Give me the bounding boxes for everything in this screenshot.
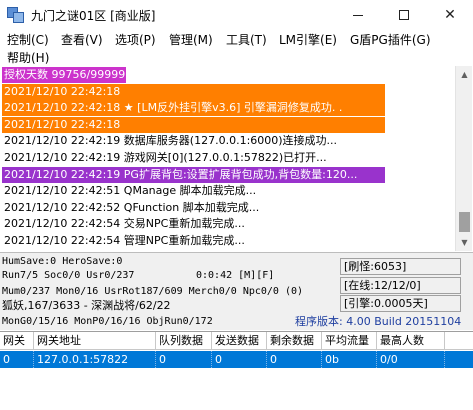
col-gateway-address[interactable]: 网关地址 bbox=[34, 332, 156, 350]
status-timer: 0:0:42 [M][F] bbox=[196, 270, 275, 281]
log-line: 2021/12/10 22:42:54 交易NPC重新加载完成... bbox=[4, 217, 245, 231]
scroll-up-icon[interactable]: ▲ bbox=[456, 66, 473, 83]
engine-days: [引擎:0.0005天] bbox=[340, 295, 461, 312]
status-mong: MonG0/15/16 MonP0/16/16 ObjRun0/172 bbox=[2, 316, 213, 327]
col-gateway[interactable]: 网关 bbox=[0, 332, 34, 350]
close-button[interactable]: ✕ bbox=[427, 0, 473, 30]
refresh-count: [刷怪:6053] bbox=[340, 258, 461, 275]
menu-view[interactable]: 查看(V) bbox=[61, 31, 103, 49]
cell-max-users: 0/0 bbox=[377, 351, 445, 368]
status-panel: HumSave:0 HeroSave:0 Run7/5 Soc0/0 Usr0/… bbox=[0, 252, 473, 330]
col-remaining-data[interactable]: 剩余数据 bbox=[267, 332, 322, 350]
col-sent-data[interactable]: 发送数据 bbox=[212, 332, 267, 350]
log-line: 2021/12/10 22:42:19 PG扩展背包:设置扩展背包成功,背包数量… bbox=[2, 166, 385, 183]
online-count: [在线:12/12/0] bbox=[340, 277, 461, 294]
status-save: HumSave:0 HeroSave:0 bbox=[2, 256, 123, 267]
menu-tools[interactable]: 工具(T) bbox=[226, 31, 267, 49]
cell-gateway-address: 127.0.0.1:57822 bbox=[34, 351, 156, 368]
col-avg-traffic[interactable]: 平均流量 bbox=[322, 332, 377, 350]
log-line: 2021/12/10 22:42:52 QFunction 脚本加载完成... bbox=[4, 200, 260, 214]
window-title: 九门之谜01区 [商业版] bbox=[31, 8, 156, 23]
app-icon bbox=[7, 7, 25, 23]
log-line: 2021/12/10 22:42:19 数据库服务器(127.0.0.1:600… bbox=[4, 134, 338, 148]
menu-bar: 控制(C) 查看(V) 选项(P) 管理(M) 工具(T) LM引擎(E) G盾… bbox=[0, 30, 473, 66]
log-line: 2021/12/10 22:42:54 管理NPC重新加载完成... bbox=[4, 234, 245, 247]
cell-queue-data: 0 bbox=[156, 351, 212, 368]
program-version: 程序版本: 4.00 Build 20151104 bbox=[295, 315, 462, 328]
scroll-thumb[interactable] bbox=[459, 212, 470, 232]
col-queue-data[interactable]: 队列数据 bbox=[156, 332, 212, 350]
log-panel[interactable]: 授权天数 99756/99999 2021/12/10 22:42:18 2021/… bbox=[0, 66, 455, 251]
log-line: 授权天数 99756/99999 bbox=[2, 67, 126, 83]
log-line: 2021/12/10 22:42:18 bbox=[2, 116, 385, 133]
status-mum: Mum0/237 Mon0/16 UsrRot187/609 Merch0/0 … bbox=[2, 286, 304, 297]
menu-help[interactable]: 帮助(H) bbox=[7, 49, 49, 67]
maximize-button[interactable] bbox=[381, 0, 427, 30]
menu-options[interactable]: 选项(P) bbox=[115, 31, 156, 49]
minimize-icon bbox=[353, 14, 363, 16]
cell-avg-traffic: 0b bbox=[322, 351, 377, 368]
table-header: 网关 网关地址 队列数据 发送数据 剩余数据 平均流量 最高人数 bbox=[0, 332, 473, 350]
log-scrollbar[interactable]: ▲ ▼ bbox=[455, 66, 472, 251]
menu-control[interactable]: 控制(C) bbox=[7, 31, 49, 49]
scroll-down-icon[interactable]: ▼ bbox=[456, 234, 473, 251]
menu-gshield-plugin[interactable]: G盾PG插件(G) bbox=[350, 31, 431, 49]
maximize-icon bbox=[399, 10, 409, 20]
gateway-table: 网关 网关地址 队列数据 发送数据 剩余数据 平均流量 最高人数 0 127.0… bbox=[0, 331, 473, 410]
minimize-button[interactable] bbox=[335, 0, 381, 30]
col-max-users[interactable]: 最高人数 bbox=[377, 332, 445, 350]
log-line: 2021/12/10 22:42:19 游戏网关[0](127.0.0.1:57… bbox=[4, 151, 327, 164]
log-line: 2021/12/10 22:42:18 ★ [LM反外挂引擎v3.6] 引擎漏洞… bbox=[2, 100, 385, 117]
cell-remaining-data: 0 bbox=[267, 351, 322, 368]
status-run: Run7/5 Soc0/0 Usr0/237 bbox=[2, 270, 135, 281]
cell-gateway: 0 bbox=[0, 351, 34, 368]
log-line: 2021/12/10 22:42:18 bbox=[2, 83, 385, 100]
log-line: 2021/12/10 22:42:51 QManage 脚本加载完成... bbox=[4, 184, 257, 198]
menu-lm-engine[interactable]: LM引擎(E) bbox=[279, 31, 337, 49]
status-monster: 狐妖,167/3633 - 深渊战将/62/22 bbox=[2, 299, 171, 312]
menu-manage[interactable]: 管理(M) bbox=[169, 31, 213, 49]
table-row[interactable]: 0 127.0.0.1:57822 0 0 0 0b 0/0 bbox=[0, 351, 473, 368]
cell-sent-data: 0 bbox=[212, 351, 267, 368]
close-icon: ✕ bbox=[444, 7, 456, 23]
